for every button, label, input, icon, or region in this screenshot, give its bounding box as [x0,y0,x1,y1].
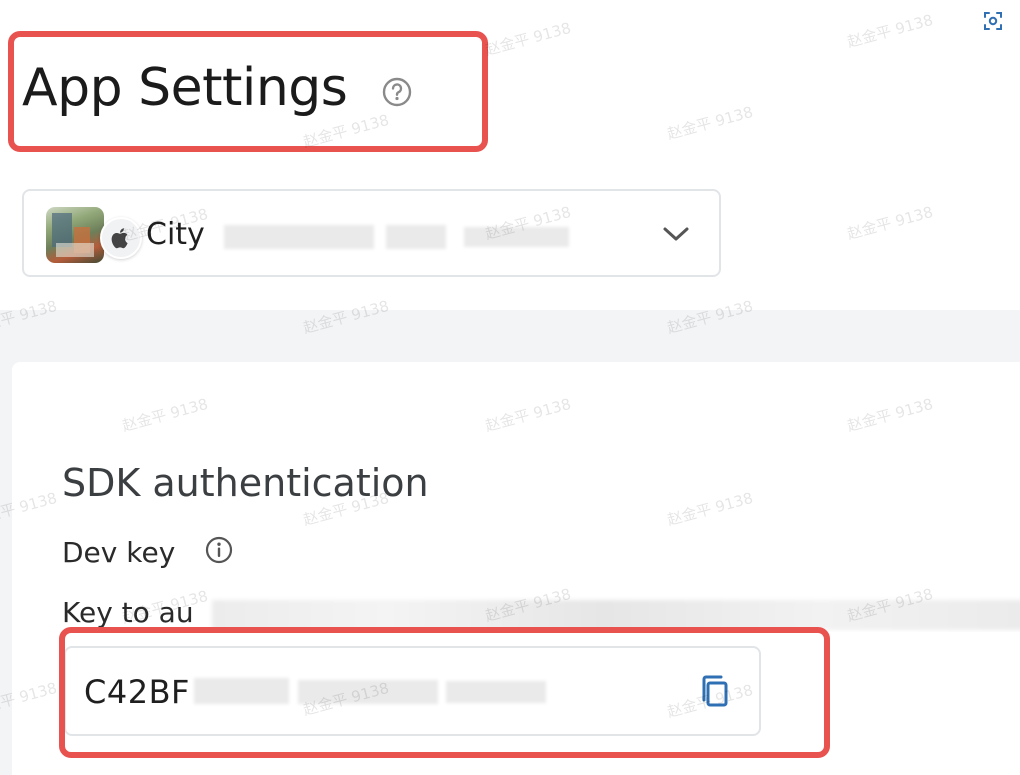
info-icon[interactable] [204,535,234,565]
section-title: SDK authentication [62,461,429,505]
header: App Settings City [0,0,1020,310]
redacted-description [212,600,1020,630]
redacted-app-name-3 [464,227,569,247]
title-highlight-box [8,31,488,152]
dev-key-label: Dev key [62,536,176,569]
app-selector-dropdown[interactable]: City [22,189,721,277]
key-highlight-box [59,627,830,758]
redacted-app-name-2 [386,225,446,249]
app-name: City [146,217,205,252]
app-settings-page: App Settings City SDK authentication Dev… [0,0,1020,775]
chevron-down-icon [663,227,689,241]
apple-icon [100,217,142,259]
dev-key-description-text: Key to au [62,596,194,629]
scan-focus-icon[interactable] [976,4,1010,38]
app-thumbnail [46,207,104,263]
redacted-app-name [224,225,374,249]
